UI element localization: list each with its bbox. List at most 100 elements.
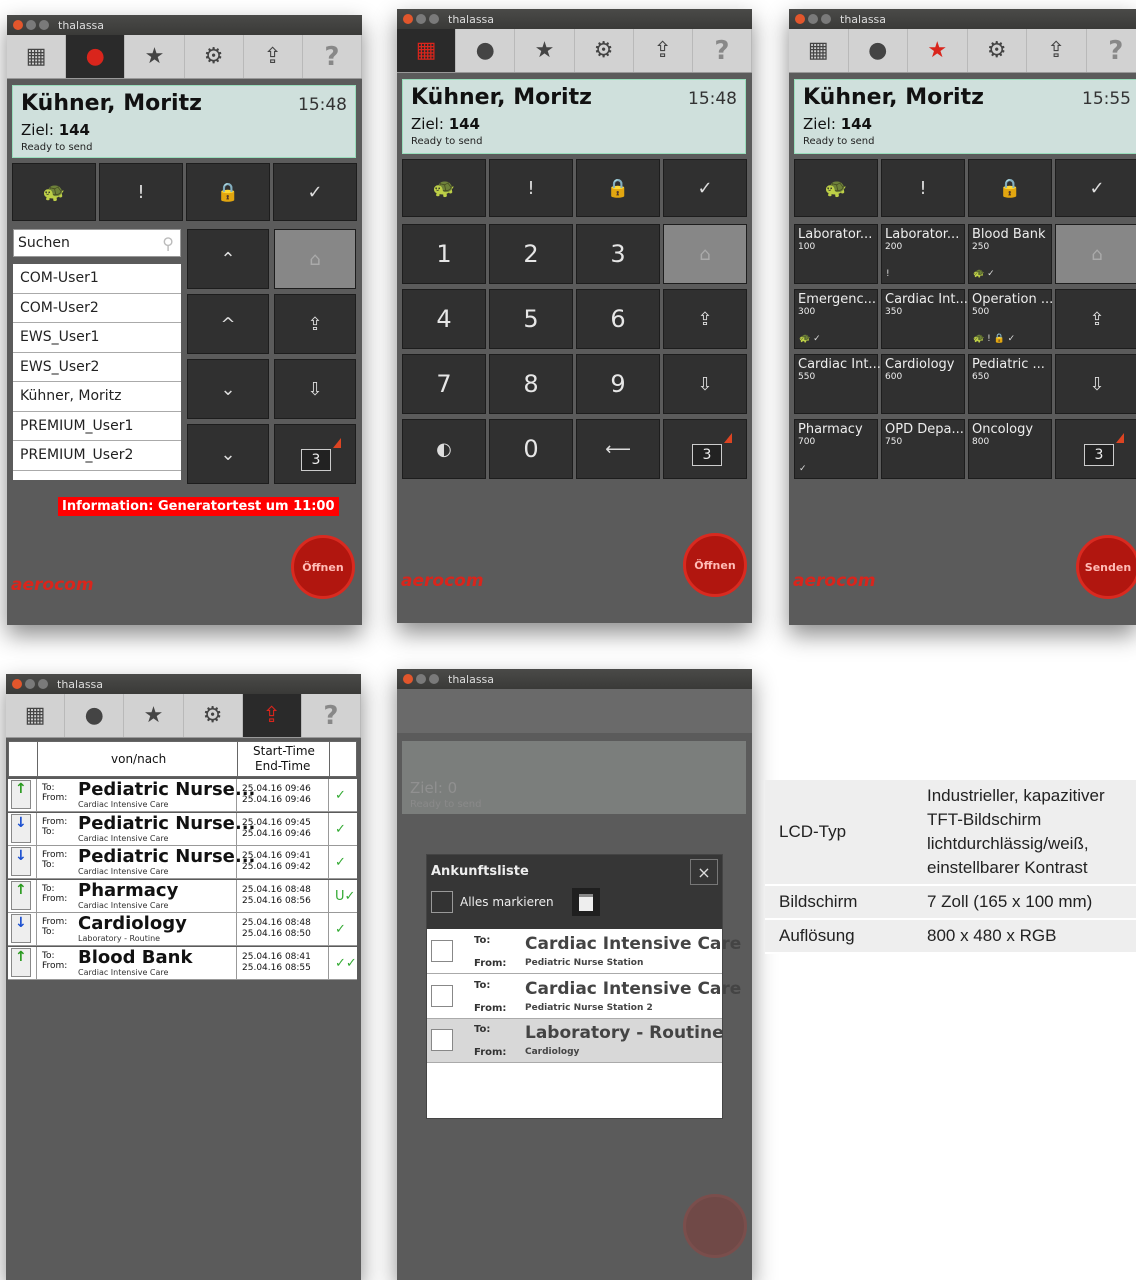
list-item[interactable]: COM-User1 xyxy=(13,264,181,294)
inbox-button[interactable]: 3 xyxy=(1055,419,1136,479)
send-button[interactable]: Senden xyxy=(1076,535,1136,599)
scroll-up-button[interactable]: ^ xyxy=(187,294,269,354)
key-9[interactable]: 9 xyxy=(576,354,660,414)
delete-button[interactable] xyxy=(572,888,600,916)
destination-tile[interactable]: OPD Depa... 750 xyxy=(881,419,965,479)
list-item[interactable]: To: From: Laboratory - Routine Cardiology xyxy=(427,1019,724,1063)
close-window-icon[interactable] xyxy=(13,20,23,30)
urgent-button[interactable]: ! xyxy=(99,163,183,221)
table-row[interactable]: ↑ To: From: Pharmacy Cardiac Intensive Care 2… xyxy=(8,879,357,913)
home-button[interactable]: ⌂ xyxy=(274,229,356,289)
scroll-down-button[interactable]: ⌄ xyxy=(187,359,269,419)
list-item[interactable]: To: From: Cardiac Intensive Care Pediatric … xyxy=(427,975,741,1019)
tab-settings[interactable]: ⚙ xyxy=(184,694,243,737)
list-item[interactable]: PREMIUM_User1 xyxy=(13,412,181,441)
receive-tray-button[interactable]: ⇩ xyxy=(663,354,747,414)
maximize-icon[interactable] xyxy=(429,674,439,684)
destination-tile[interactable]: Blood Bank 250 🐢 ✓ xyxy=(968,224,1052,284)
table-row[interactable]: ↑ To: From: Pediatric Nurse... Cardiac Inten… xyxy=(8,779,357,812)
select-all-checkbox[interactable] xyxy=(431,891,453,913)
urgent-button[interactable]: ! xyxy=(489,159,573,217)
tab-contacts[interactable]: ● xyxy=(65,694,125,737)
table-row[interactable]: ↓ From: To: Pediatric Nurse... Cardiac Inten… xyxy=(8,812,357,846)
page-top-button[interactable]: ⌃ xyxy=(187,229,269,289)
tab-help[interactable]: ? xyxy=(693,29,752,72)
tab-favorites[interactable]: ★ xyxy=(515,29,575,72)
tab-history[interactable]: ⇪ xyxy=(244,35,303,78)
key-7[interactable]: 7 xyxy=(402,354,486,414)
list-item[interactable]: EWS_User2 xyxy=(13,353,181,382)
list-item[interactable]: To: From: Cardiac Intensive Care Pediatric … xyxy=(427,930,741,974)
key-6[interactable]: 6 xyxy=(576,289,660,349)
receive-tray-button[interactable]: ⇩ xyxy=(274,359,356,419)
tab-help[interactable]: ? xyxy=(303,35,362,78)
inbox-button[interactable]: 3 xyxy=(663,419,747,479)
key-2[interactable]: 2 xyxy=(489,224,573,284)
close-window-icon[interactable] xyxy=(403,674,413,684)
tab-keypad[interactable]: ▦ xyxy=(789,29,849,72)
tab-favorites[interactable]: ★ xyxy=(125,35,185,78)
tab-help[interactable]: ? xyxy=(302,694,361,737)
lock-button[interactable]: 🔒 xyxy=(576,159,660,217)
tab-history[interactable]: ⇪ xyxy=(242,694,302,737)
key-4[interactable]: 4 xyxy=(402,289,486,349)
key-1[interactable]: 1 xyxy=(402,224,486,284)
backspace-button[interactable]: ⟵ xyxy=(576,419,660,479)
tab-contacts[interactable]: ● xyxy=(456,29,516,72)
minimize-icon[interactable] xyxy=(416,674,426,684)
lock-button[interactable]: 🔒 xyxy=(968,159,1052,217)
maximize-icon[interactable] xyxy=(821,14,831,24)
key-8[interactable]: 8 xyxy=(489,354,573,414)
tab-help[interactable]: ? xyxy=(1087,29,1136,72)
destination-tile[interactable]: Laborator... 100 xyxy=(794,224,878,284)
key-0[interactable]: 0 xyxy=(489,419,573,479)
maximize-icon[interactable] xyxy=(429,14,439,24)
minimize-icon[interactable] xyxy=(808,14,818,24)
table-row[interactable]: ↓ From: To: Cardiology Laboratory - Routine 2… xyxy=(8,913,357,946)
dialog-close-button[interactable]: × xyxy=(690,859,718,885)
tab-favorites[interactable]: ★ xyxy=(908,29,968,72)
destination-tile[interactable]: Cardiology 600 xyxy=(881,354,965,414)
list-item[interactable]: COM-User2 xyxy=(13,294,181,323)
urgent-button[interactable]: ! xyxy=(881,159,965,217)
confirm-button[interactable]: ✓ xyxy=(1055,159,1136,217)
list-item[interactable]: PREMIUM_User2 xyxy=(13,441,181,471)
tab-keypad[interactable]: ▦ xyxy=(6,694,66,737)
send-tray-button[interactable]: ⇪ xyxy=(1055,289,1136,349)
destination-tile[interactable]: Oncology 800 xyxy=(968,419,1052,479)
minimize-icon[interactable] xyxy=(26,20,36,30)
home-button[interactable]: ⌂ xyxy=(663,224,747,284)
tab-contacts[interactable]: ● xyxy=(849,29,908,72)
open-button[interactable]: Öffnen xyxy=(683,533,747,597)
tab-favorites[interactable]: ★ xyxy=(124,694,184,737)
close-window-icon[interactable] xyxy=(403,14,413,24)
lock-button[interactable]: 🔒 xyxy=(186,163,270,221)
home-button[interactable]: ⌂ xyxy=(1055,224,1136,284)
page-bottom-button[interactable]: ⌄ xyxy=(187,424,269,484)
maximize-icon[interactable] xyxy=(39,20,49,30)
row-checkbox[interactable] xyxy=(431,940,453,962)
slow-button[interactable]: 🐢 xyxy=(794,159,878,217)
tab-contacts[interactable]: ● xyxy=(66,35,126,78)
send-tray-button[interactable]: ⇪ xyxy=(274,294,356,354)
tab-history[interactable]: ⇪ xyxy=(1027,29,1087,72)
close-window-icon[interactable] xyxy=(795,14,805,24)
destination-tile[interactable]: Pediatric ... 650 xyxy=(968,354,1052,414)
key-5[interactable]: 5 xyxy=(489,289,573,349)
destination-tile[interactable]: Cardiac Int... 350 xyxy=(881,289,967,349)
list-item[interactable]: EWS_User1 xyxy=(13,323,181,353)
key-3[interactable]: 3 xyxy=(576,224,660,284)
tab-keypad[interactable]: ▦ xyxy=(7,35,67,78)
confirm-button[interactable]: ✓ xyxy=(663,159,747,217)
table-row[interactable]: ↑ To: From: Blood Bank Cardiac Intensive Car… xyxy=(8,946,357,980)
slow-button[interactable]: 🐢 xyxy=(12,163,96,221)
send-tray-button[interactable]: ⇪ xyxy=(663,289,747,349)
tab-settings[interactable]: ⚙ xyxy=(575,29,634,72)
destination-tile[interactable]: Pharmacy 700 ✓ xyxy=(794,419,878,479)
destination-tile[interactable]: Emergenc... 300 🐢 ✓ xyxy=(794,289,878,349)
open-button[interactable]: Öffnen xyxy=(291,535,355,599)
minimize-icon[interactable] xyxy=(416,14,426,24)
tab-history[interactable]: ⇪ xyxy=(634,29,693,72)
table-row[interactable]: ↓ From: To: Pediatric Nurse... Cardiac Inten… xyxy=(8,846,357,879)
toggle-button[interactable]: ◐ xyxy=(402,419,486,479)
